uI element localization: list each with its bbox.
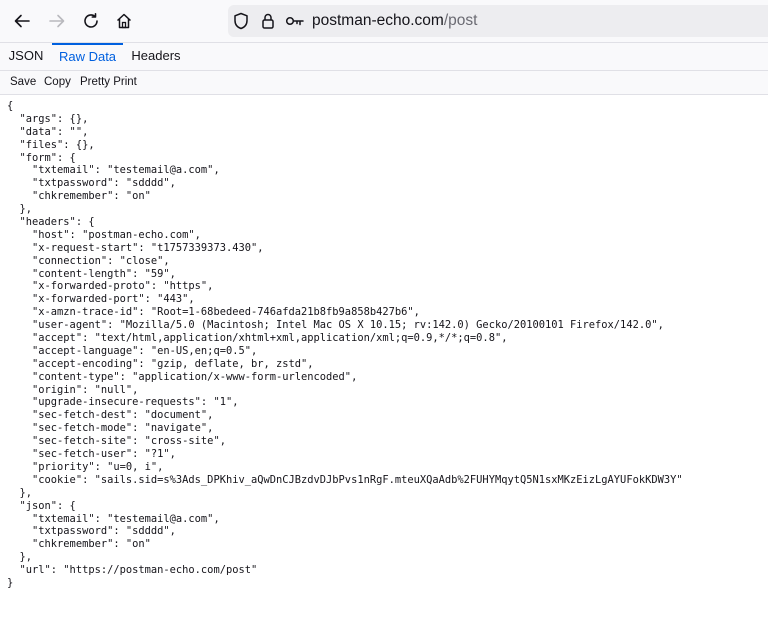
raw-data-line: "cookie": "sails.sid=s%3Ads_DPKhiv_aQwDn… (7, 473, 683, 486)
raw-data-line: "priority": "u=0, i", (7, 460, 164, 473)
raw-data-line: "sec-fetch-dest": "document", (7, 409, 214, 422)
forward-button[interactable] (43, 7, 71, 35)
tab-json[interactable]: JSON (0, 43, 52, 70)
copy-button[interactable]: Copy (44, 71, 71, 94)
raw-data-line: "x-amzn-trace-id": "Root=1-68bedeed-746a… (7, 306, 420, 319)
pretty-print-button[interactable]: Pretty Print (80, 71, 137, 94)
raw-data-line: "upgrade-insecure-requests": "1", (7, 396, 239, 409)
raw-data-line: "accept-language": "en-US,en;q=0.5", (7, 344, 258, 357)
back-button[interactable] (8, 7, 36, 35)
raw-data-line: "txtemail": "testemail@a.com", (7, 164, 220, 177)
raw-data-line: "url": "https://postman-echo.com/post" (7, 564, 258, 577)
raw-data-line: "user-agent": "Mozilla/5.0 (Macintosh; I… (7, 319, 664, 332)
tracking-shield-icon[interactable] (232, 12, 250, 30)
save-button[interactable]: Save (10, 71, 36, 94)
raw-data-line: "origin": "null", (7, 383, 139, 396)
tab-raw-data[interactable]: Raw Data (52, 43, 123, 70)
raw-data-line: } (7, 576, 14, 589)
raw-data-line: "chkremember": "on" (7, 190, 151, 203)
raw-data-line: }, (7, 551, 33, 564)
url-text[interactable]: postman-echo.com/post (312, 12, 477, 30)
raw-data-line: "x-request-start": "t1757339373.430", (7, 241, 264, 254)
permissions-key-icon[interactable] (285, 12, 305, 30)
home-button[interactable] (110, 7, 138, 35)
raw-data-line: "form": { (7, 151, 76, 164)
raw-data-line: "content-length": "59", (7, 267, 176, 280)
reload-button[interactable] (77, 7, 105, 35)
raw-data-line: "accept": "text/html,application/xhtml+x… (7, 332, 508, 345)
raw-data-line: "data": "", (7, 125, 89, 138)
raw-data-line: }, (7, 203, 33, 216)
raw-data-line: "x-forwarded-proto": "https", (7, 280, 214, 293)
lock-icon[interactable] (259, 12, 277, 30)
arrow-left-icon (14, 14, 30, 28)
raw-data-line: "files": {}, (7, 138, 95, 151)
raw-data-line: "sec-fetch-mode": "navigate", (7, 422, 214, 435)
raw-data-line: "txtemail": "testemail@a.com", (7, 512, 220, 525)
raw-data-line: "json": { (7, 499, 76, 512)
raw-data-line: "args": {}, (7, 112, 89, 125)
browser-toolbar: postman-echo.com/post (0, 0, 768, 43)
reload-icon (84, 13, 98, 28)
url-path: /post (443, 12, 478, 29)
raw-data-line: { (7, 100, 14, 112)
address-bar[interactable]: postman-echo.com/post (228, 5, 768, 37)
raw-data-line: "x-forwarded-port": "443", (7, 293, 195, 306)
raw-data-line: "headers": { (7, 216, 95, 229)
raw-data-line: "host": "postman-echo.com", (7, 228, 201, 241)
raw-data-line: "accept-encoding": "gzip, deflate, br, z… (7, 357, 314, 370)
raw-data-line: "connection": "close", (7, 254, 170, 267)
arrow-right-icon (49, 14, 65, 28)
raw-data-content: { "args": {}, "data": "", "files": {}, "… (0, 95, 768, 590)
raw-data-line: "chkremember": "on" (7, 538, 151, 551)
raw-data-line: "content-type": "application/x-www-form-… (7, 370, 358, 383)
raw-data-line: "sec-fetch-site": "cross-site", (7, 435, 226, 448)
json-viewer-tabs: JSON Raw Data Headers (0, 43, 768, 71)
raw-data-toolbar: Save Copy Pretty Print (0, 71, 768, 95)
raw-data-line: "sec-fetch-user": "?1", (7, 448, 176, 461)
raw-data-line: }, (7, 486, 33, 499)
url-host: postman-echo.com (312, 12, 444, 29)
tab-headers[interactable]: Headers (123, 43, 189, 70)
home-icon (116, 13, 132, 29)
raw-data-line: "txtpassword": "sdddd", (7, 525, 176, 538)
raw-data-line: "txtpassword": "sdddd", (7, 177, 176, 190)
